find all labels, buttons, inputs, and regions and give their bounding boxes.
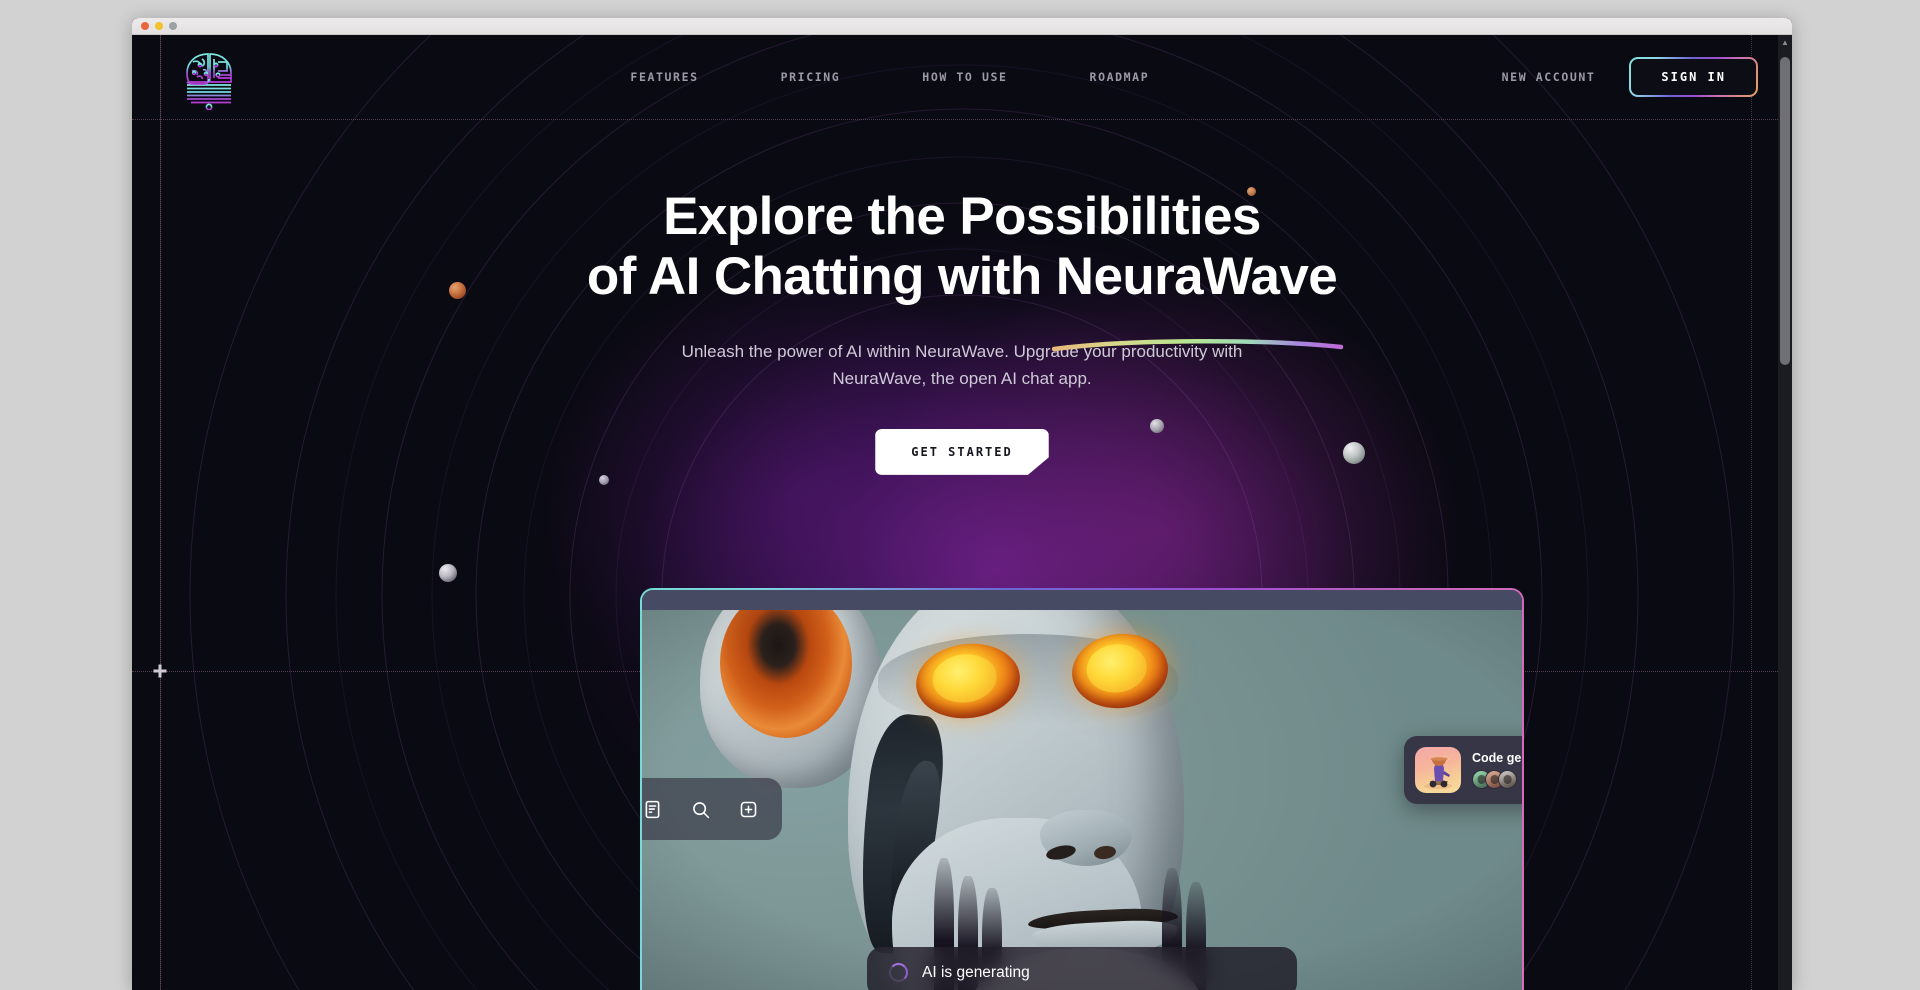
nav-link-how-to-use[interactable]: HOW TO USE bbox=[922, 70, 1007, 84]
code-generation-title: Code generation bbox=[1472, 751, 1522, 765]
cowboy-illustration-thumbnail bbox=[1415, 747, 1461, 793]
signin-button[interactable]: SIGN IN bbox=[1631, 59, 1756, 95]
brand-name-highlight: NeuraWave bbox=[1051, 247, 1344, 352]
page-scrollbar[interactable]: ▲ bbox=[1778, 35, 1792, 990]
nav-right-actions: NEW ACCOUNT SIGN IN bbox=[1502, 57, 1758, 97]
headline-line-2: of AI Chatting with NeuraWave bbox=[132, 247, 1792, 352]
brand-gradient-underline bbox=[1051, 305, 1344, 352]
app-preview-inner: Code generation 1m ago bbox=[642, 590, 1522, 990]
window-zoom-button[interactable] bbox=[169, 22, 177, 30]
neurawave-brain-logo[interactable] bbox=[180, 48, 238, 111]
app-preview-titlebar bbox=[642, 590, 1522, 610]
headline-line-1: Explore the Possibilities bbox=[663, 187, 1261, 246]
toolbar-document-icon[interactable] bbox=[642, 789, 672, 829]
get-started-button[interactable]: GET STARTED bbox=[875, 428, 1049, 475]
window-close-button[interactable] bbox=[141, 22, 149, 30]
window-minimize-button[interactable] bbox=[155, 22, 163, 30]
page-title: Explore the Possibilities of AI Chatting… bbox=[132, 187, 1792, 352]
participant-avatars bbox=[1472, 770, 1517, 789]
browser-titlebar bbox=[132, 18, 1792, 35]
ai-status-pill: AI is generating bbox=[867, 947, 1297, 990]
code-generation-meta: 1m ago bbox=[1472, 770, 1522, 789]
code-generation-card-body: Code generation 1m ago bbox=[1472, 751, 1522, 789]
browser-window: FEATURES PRICING HOW TO USE ROADMAP NEW … bbox=[132, 18, 1792, 990]
nav-links: FEATURES PRICING HOW TO USE ROADMAP bbox=[278, 70, 1502, 84]
avatar bbox=[1498, 770, 1517, 789]
guide-crosshair-left bbox=[153, 664, 167, 678]
headline-line-2-prefix: of AI Chatting with bbox=[586, 247, 1056, 307]
nav-link-roadmap[interactable]: ROADMAP bbox=[1090, 70, 1150, 84]
desktop-background: FEATURES PRICING HOW TO USE ROADMAP NEW … bbox=[0, 0, 1920, 990]
nav-link-features[interactable]: FEATURES bbox=[630, 70, 698, 84]
toolbar-search-icon[interactable] bbox=[680, 789, 720, 829]
nav-link-pricing[interactable]: PRICING bbox=[781, 70, 841, 84]
page-viewport: FEATURES PRICING HOW TO USE ROADMAP NEW … bbox=[132, 35, 1792, 990]
sphere-silver-small bbox=[599, 475, 609, 485]
brand-name-text: NeuraWave bbox=[1055, 247, 1338, 307]
signin-button-border: SIGN IN bbox=[1629, 57, 1758, 97]
loading-spinner-icon bbox=[889, 963, 908, 982]
ai-status-text: AI is generating bbox=[922, 963, 1030, 981]
site-navbar: FEATURES PRICING HOW TO USE ROADMAP NEW … bbox=[132, 35, 1792, 119]
new-account-link[interactable]: NEW ACCOUNT bbox=[1502, 70, 1596, 84]
scrollbar-thumb[interactable] bbox=[1780, 57, 1790, 365]
app-preview-canvas: Code generation 1m ago bbox=[642, 610, 1522, 990]
scrollbar-up-arrow[interactable]: ▲ bbox=[1778, 35, 1792, 50]
hero-cta-wrapper: GET STARTED bbox=[132, 428, 1792, 475]
app-floating-toolbar bbox=[642, 778, 782, 840]
sphere-gray-medium bbox=[439, 564, 457, 582]
app-preview-frame: Code generation 1m ago bbox=[640, 588, 1524, 990]
toolbar-add-icon[interactable] bbox=[728, 789, 768, 829]
code-generation-card[interactable]: Code generation 1m ago bbox=[1404, 736, 1522, 804]
hero-subheading: Unleash the power of AI within NeuraWave… bbox=[681, 341, 1243, 389]
